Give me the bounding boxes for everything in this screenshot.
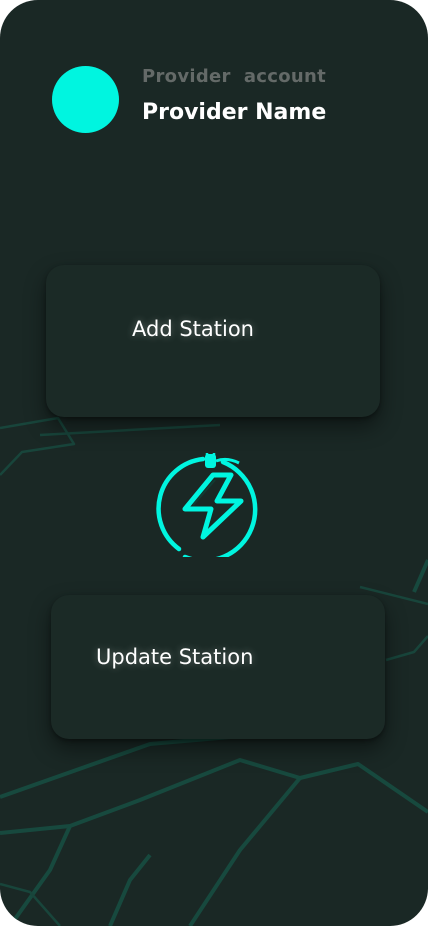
add-station-label: Add Station [132,317,254,341]
update-station-button[interactable]: Update Station [51,595,385,739]
avatar[interactable] [52,66,119,133]
provider-name: Provider Name [142,100,327,125]
ev-charging-bolt-icon [156,453,258,557]
update-station-label: Update Station [96,645,254,669]
add-station-button[interactable]: Add Station [46,265,380,417]
account-type-label: Provider account [142,66,327,87]
provider-screen: Provider account Provider Name Add Stati… [0,0,428,926]
